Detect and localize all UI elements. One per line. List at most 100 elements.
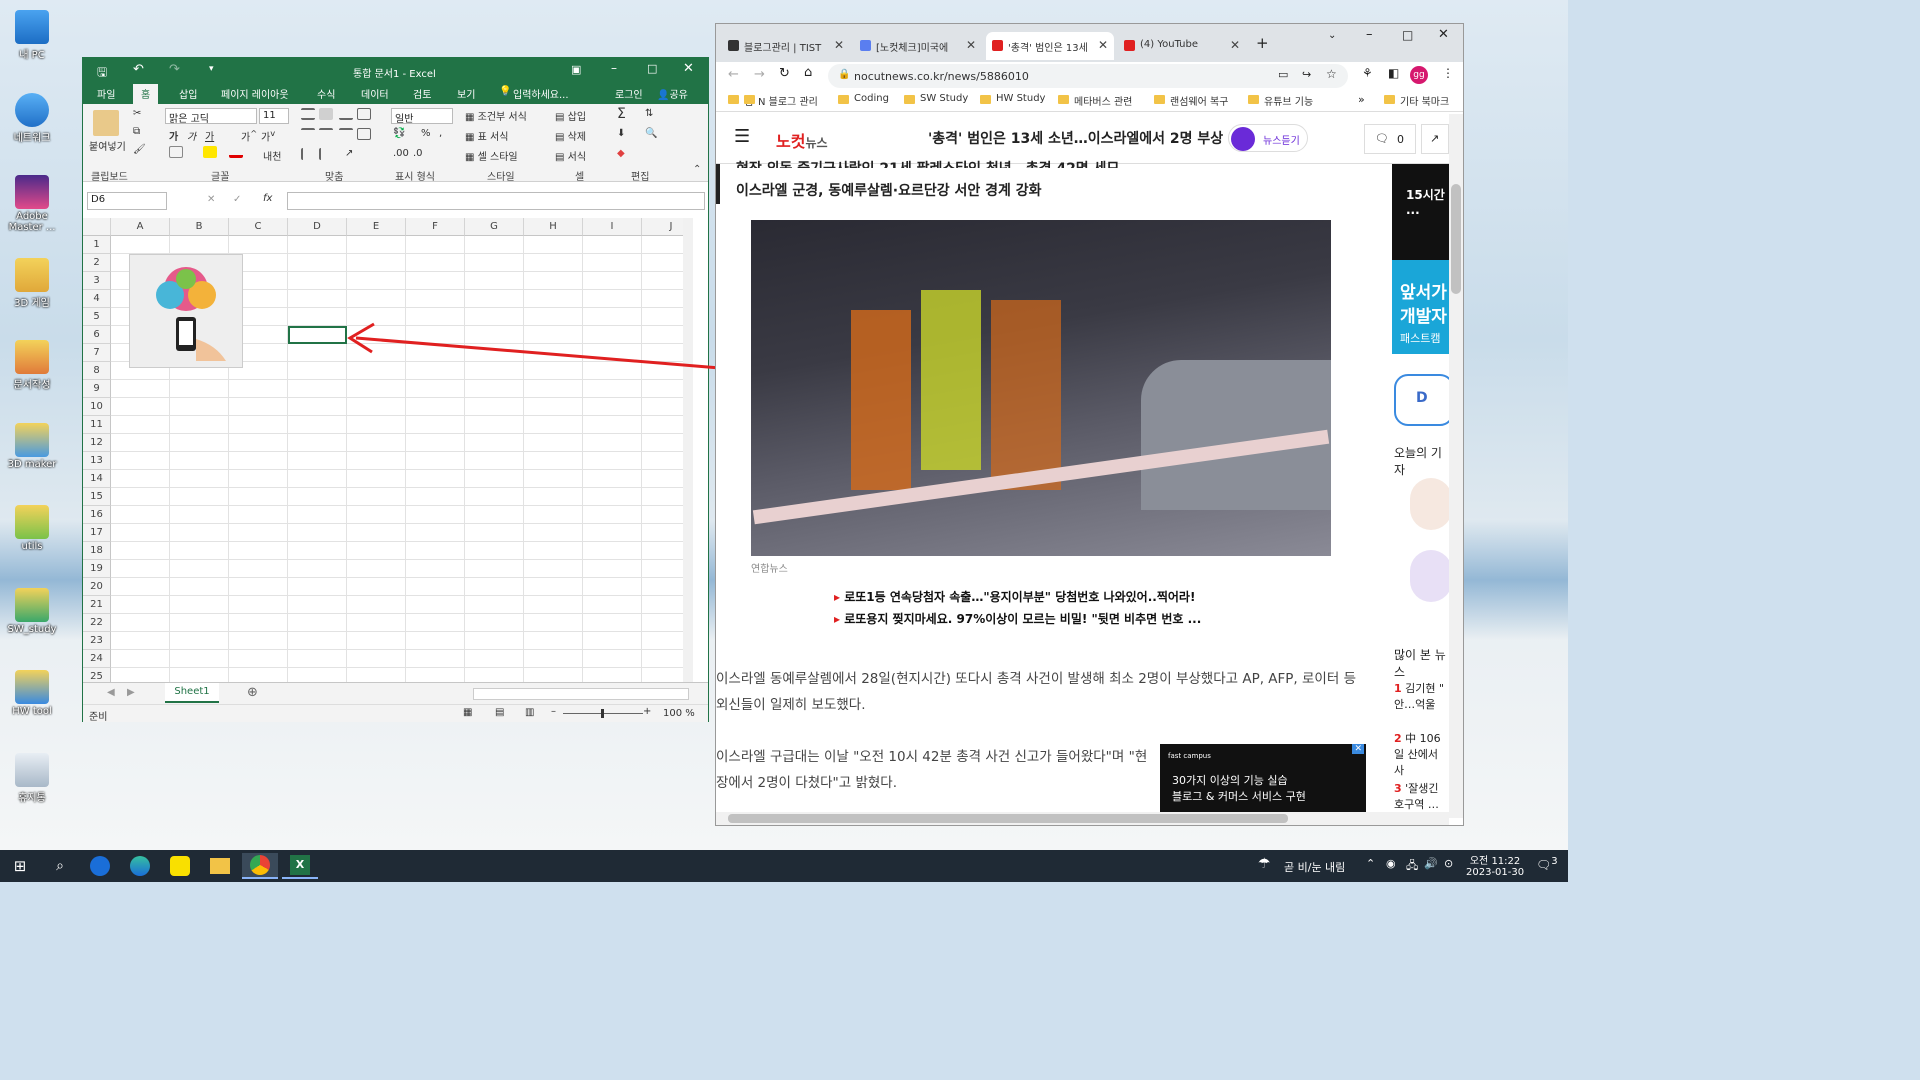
desktop-icon-network[interactable]: 네트워크 bbox=[4, 93, 60, 144]
browser-tab-factcheck[interactable]: [노컷체크]미국에 ✕ bbox=[854, 32, 982, 60]
bookmark-metaverse[interactable]: 메타버스 관련 bbox=[1058, 93, 1132, 108]
row-header[interactable]: 22 bbox=[83, 614, 111, 632]
align-middle-icon[interactable] bbox=[319, 108, 333, 120]
desktop-icon-hw-tool[interactable]: HW tool bbox=[4, 670, 60, 717]
orientation-icon[interactable]: ↗ bbox=[345, 148, 353, 159]
windows-start-icon[interactable]: ⊞ bbox=[2, 853, 38, 879]
row-header[interactable]: 18 bbox=[83, 542, 111, 560]
bookmark-star-icon[interactable]: ☆ bbox=[1326, 67, 1337, 81]
desktop-icon-3d-maker[interactable]: 3D maker bbox=[4, 423, 60, 470]
bookmark-youtube[interactable]: 유튜브 기능 bbox=[1248, 93, 1313, 108]
back-icon[interactable]: ← bbox=[728, 67, 739, 82]
notification-icon[interactable]: 🗨3 bbox=[1536, 856, 1558, 872]
side-panel-icon[interactable]: ◧ bbox=[1388, 66, 1399, 80]
popular-item[interactable]: 1 김기현 " 안…억울 bbox=[1394, 680, 1449, 712]
cancel-formula-icon[interactable]: ✕ bbox=[207, 194, 215, 205]
inline-ad[interactable]: fast campus 30가지 이상의 기능 실습 블로그 & 커머스 서비스… bbox=[1160, 744, 1366, 814]
row-header[interactable]: 21 bbox=[83, 596, 111, 614]
column-header[interactable]: H bbox=[524, 218, 583, 236]
paste-icon[interactable] bbox=[93, 110, 119, 136]
autosum-icon[interactable]: Σ bbox=[617, 106, 626, 122]
volume-icon[interactable]: 🔊 bbox=[1424, 857, 1438, 870]
reporter-avatar[interactable] bbox=[1410, 478, 1449, 530]
tell-me-input[interactable]: 입력하세요... bbox=[513, 86, 569, 101]
weather-text[interactable]: 곧 비/눈 내림 bbox=[1284, 859, 1345, 875]
quick-access-dropdown-icon[interactable]: ▾ bbox=[209, 64, 214, 74]
share-icon[interactable]: ↪ bbox=[1302, 68, 1311, 81]
menu-icon[interactable]: ⋮ bbox=[1442, 66, 1454, 80]
minimize-icon[interactable]: – bbox=[1366, 27, 1373, 42]
select-all-corner[interactable] bbox=[83, 218, 111, 236]
row-header[interactable]: 12 bbox=[83, 434, 111, 452]
ribbon-display-icon[interactable]: ▣ bbox=[571, 63, 581, 76]
align-bottom-icon[interactable] bbox=[339, 108, 353, 120]
column-header[interactable]: A bbox=[111, 218, 170, 236]
close-tab-icon[interactable]: ✕ bbox=[1230, 38, 1240, 52]
page-scrollbar-thumb[interactable] bbox=[1451, 184, 1461, 294]
conditional-format-button[interactable]: ▦ 조건부 서식 bbox=[465, 108, 527, 123]
forward-icon[interactable]: → bbox=[754, 67, 765, 82]
tab-view[interactable]: 보기 bbox=[457, 86, 475, 101]
ad-link-1[interactable]: ▸ 로또1등 연속당첨자 속출…"용지이부분" 당첨번호 나와있어..찍어라! bbox=[834, 588, 1195, 605]
share-button[interactable]: 👤공유 bbox=[657, 86, 688, 101]
file-explorer-icon[interactable] bbox=[202, 853, 238, 879]
row-header[interactable]: 25 bbox=[83, 668, 111, 682]
row-header[interactable]: 4 bbox=[83, 290, 111, 308]
profile-avatar[interactable]: gg bbox=[1410, 66, 1428, 84]
hamburger-menu-icon[interactable]: ☰ bbox=[734, 126, 750, 147]
undo-icon[interactable]: ↶ bbox=[133, 62, 144, 77]
extensions-icon[interactable]: ⚘ bbox=[1362, 66, 1373, 80]
ime-icon[interactable]: ⊙ bbox=[1444, 857, 1453, 870]
worksheet-grid[interactable]: ABCDEFGHIJ 1 2 3 4 5 6 7 8 9 10 11 12 13 14 15 16 17 18 19… bbox=[83, 218, 693, 682]
tab-page-layout[interactable]: 페이지 레이아웃 bbox=[221, 86, 289, 101]
decrease-indent-icon[interactable] bbox=[301, 148, 315, 160]
maximize-icon[interactable]: □ bbox=[1402, 28, 1413, 42]
close-icon[interactable]: ✕ bbox=[1438, 27, 1449, 42]
comma-icon[interactable]: , bbox=[439, 128, 442, 139]
tab-review[interactable]: 검토 bbox=[413, 86, 431, 101]
row-header[interactable]: 14 bbox=[83, 470, 111, 488]
desktop-icon-my-pc[interactable]: 내 PC bbox=[4, 10, 60, 61]
search-icon[interactable]: ⌕ bbox=[42, 853, 78, 879]
tray-chevron-icon[interactable]: ⌃ bbox=[1366, 857, 1375, 870]
column-header[interactable]: F bbox=[406, 218, 465, 236]
row-header[interactable]: 5 bbox=[83, 308, 111, 326]
row-header[interactable]: 10 bbox=[83, 398, 111, 416]
bookmark-other[interactable]: 기타 북마크 bbox=[1384, 93, 1449, 108]
cell-style-button[interactable]: ▦ 셀 스타일 bbox=[465, 148, 518, 163]
close-tab-icon[interactable]: ✕ bbox=[966, 38, 976, 52]
browser-tab-news-active[interactable]: '총격' 범인은 13세 ✕ bbox=[986, 32, 1114, 60]
close-tab-icon[interactable]: ✕ bbox=[834, 38, 844, 52]
format-as-table-button[interactable]: ▦ 표 서식 bbox=[465, 128, 508, 143]
new-sheet-icon[interactable]: ⊕ bbox=[247, 685, 258, 700]
format-painter-icon[interactable]: 🖌 bbox=[133, 144, 146, 155]
percent-icon[interactable]: % bbox=[421, 128, 431, 139]
desktop-icon-recycle-bin[interactable]: 휴지통 bbox=[4, 753, 60, 804]
horizontal-scrollbar[interactable] bbox=[473, 688, 689, 700]
reload-icon[interactable]: ↻ bbox=[779, 66, 790, 81]
weather-icon[interactable]: ☂ bbox=[1258, 856, 1271, 872]
row-header[interactable]: 7 bbox=[83, 344, 111, 362]
chrome-taskbar-icon[interactable] bbox=[242, 853, 278, 879]
column-header[interactable]: E bbox=[347, 218, 406, 236]
row-header[interactable]: 13 bbox=[83, 452, 111, 470]
row-header[interactable]: 8 bbox=[83, 362, 111, 380]
edge-icon[interactable] bbox=[122, 853, 158, 879]
wrap-text-icon[interactable] bbox=[357, 108, 371, 120]
column-header[interactable]: C bbox=[229, 218, 288, 236]
clock[interactable]: 오전 11:22 2023-01-30 bbox=[1466, 852, 1524, 878]
browser-tab-blog[interactable]: 블로그관리 | TIST ✕ bbox=[722, 32, 850, 60]
reporter-avatar[interactable] bbox=[1410, 550, 1449, 602]
row-header[interactable]: 6 bbox=[83, 326, 111, 344]
listen-news-button[interactable]: 뉴스듣기 bbox=[1228, 124, 1308, 152]
increase-decimal-icon[interactable]: .00 bbox=[393, 148, 409, 159]
tab-search-icon[interactable]: ⌄ bbox=[1328, 30, 1336, 41]
clear-icon[interactable]: ◆ bbox=[617, 148, 625, 159]
home-icon[interactable]: ⌂ bbox=[804, 65, 812, 80]
page-hscrollbar[interactable] bbox=[716, 812, 1449, 825]
selected-cell[interactable] bbox=[288, 326, 347, 344]
column-header[interactable]: B bbox=[170, 218, 229, 236]
cut-icon[interactable]: ✂ bbox=[133, 108, 141, 119]
kakaotalk-icon[interactable] bbox=[162, 853, 198, 879]
row-header[interactable]: 16 bbox=[83, 506, 111, 524]
